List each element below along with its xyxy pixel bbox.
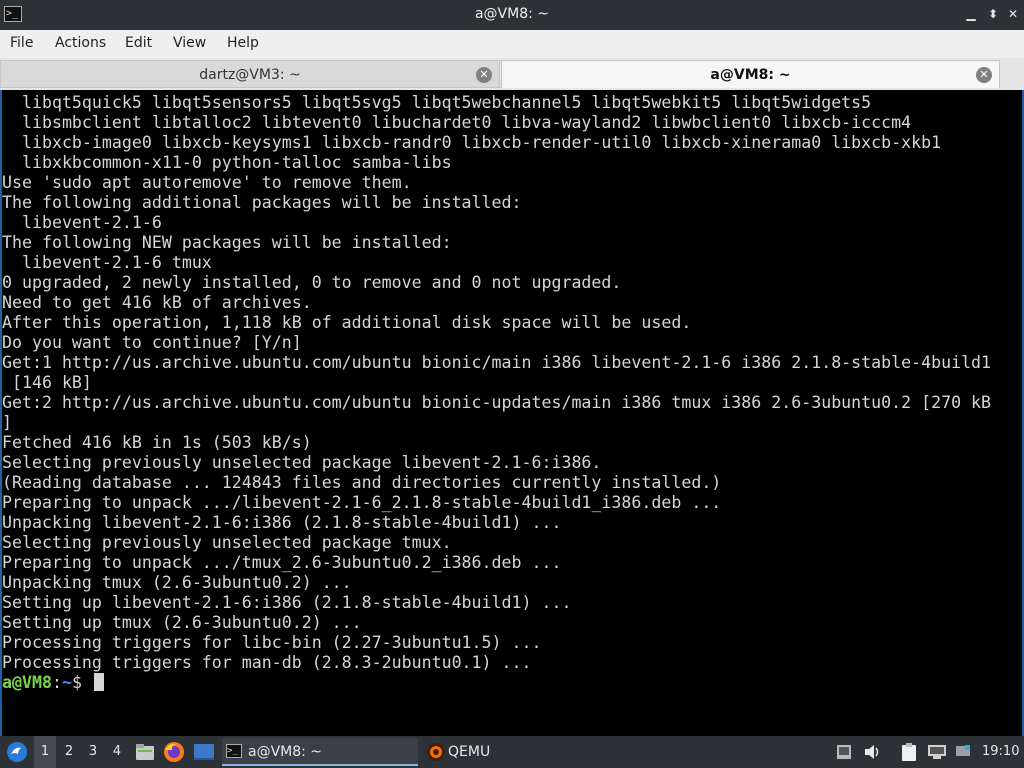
tab-close-icon[interactable]: ✕ bbox=[476, 67, 492, 83]
task-label: a@VM8: ~ bbox=[248, 744, 323, 760]
clipboard-button[interactable] bbox=[898, 736, 920, 768]
terminal-line: (Reading database ... 124843 files and d… bbox=[2, 473, 722, 492]
terminal-line: Preparing to unpack .../tmux_2.6-3ubuntu… bbox=[2, 553, 562, 572]
tab-dartz-vm3[interactable]: dartz@VM3: ~ ✕ bbox=[0, 60, 500, 88]
terminal-line: Unpacking tmux (2.6-3ubuntu0.2) ... bbox=[2, 573, 352, 592]
menu-view[interactable]: View bbox=[173, 35, 206, 51]
firefox-icon bbox=[164, 742, 184, 762]
terminal-output[interactable]: libqt5quick5 libqt5sensors5 libqt5svg5 l… bbox=[0, 90, 1024, 736]
workspace-3[interactable]: 3 bbox=[82, 736, 104, 768]
terminal-line: The following NEW packages will be insta… bbox=[2, 233, 452, 252]
tab-close-icon[interactable]: ✕ bbox=[976, 67, 992, 83]
menu-file[interactable]: File bbox=[10, 35, 33, 51]
terminal-line: Need to get 416 kB of archives. bbox=[2, 293, 312, 312]
tray-app-icon bbox=[837, 745, 851, 759]
terminal-line: libsmbclient libtalloc2 libtevent0 libuc… bbox=[2, 113, 912, 132]
terminal-line: libxcb-image0 libxcb-keysyms1 libxcb-ran… bbox=[2, 133, 942, 152]
workspace-1[interactable]: 1 bbox=[34, 736, 56, 768]
prompt-symbol: $ bbox=[71, 673, 92, 692]
task-terminal[interactable]: >_ a@VM8: ~ bbox=[222, 738, 418, 766]
terminal-line: Setting up libevent-2.1-6:i386 (2.1.8-st… bbox=[2, 593, 572, 612]
command-prompt[interactable]: a@VM8:~$ bbox=[2, 673, 1022, 693]
network-icon bbox=[928, 745, 946, 759]
terminal-line: Selecting previously unselected package … bbox=[2, 533, 452, 552]
tray-monitor-button[interactable] bbox=[954, 736, 972, 768]
terminal-line: ] bbox=[2, 413, 12, 432]
terminal-icon: >_ bbox=[226, 744, 242, 758]
terminal-text: libqt5quick5 libqt5sensors5 libqt5svg5 l… bbox=[2, 90, 1022, 693]
task-label: QEMU bbox=[448, 744, 491, 760]
terminal-line: Fetched 416 kB in 1s (503 kB/s) bbox=[2, 433, 312, 452]
minimize-button[interactable]: ▁ bbox=[962, 5, 980, 23]
text-cursor bbox=[93, 673, 104, 691]
window-title: a@VM8: ~ bbox=[474, 6, 550, 22]
tab-bar: dartz@VM3: ~ ✕ a@VM8: ~ ✕ bbox=[0, 58, 1024, 90]
clipboard-icon bbox=[902, 743, 916, 761]
clock[interactable]: 19:10 bbox=[982, 736, 1022, 768]
file-manager-button[interactable] bbox=[134, 736, 156, 768]
firefox-button[interactable] bbox=[162, 736, 186, 768]
terminal-line: [146 kB] bbox=[2, 373, 92, 392]
prompt-user: a@VM8 bbox=[2, 673, 52, 692]
qemu-icon bbox=[427, 743, 445, 761]
terminal-line: Get:1 http://us.archive.ubuntu.com/ubunt… bbox=[2, 353, 992, 372]
window-titlebar[interactable]: >_ a@VM8: ~ ▁ ⬍ ✕ bbox=[0, 0, 1024, 30]
terminal-line: Unpacking libevent-2.1-6:i386 (2.1.8-sta… bbox=[2, 513, 562, 532]
desktop-icon bbox=[194, 744, 214, 760]
prompt-path: ~ bbox=[61, 673, 72, 692]
minimize-icon: ▁ bbox=[966, 7, 976, 21]
task-qemu[interactable]: QEMU bbox=[422, 738, 618, 766]
terminal-line: Preparing to unpack .../libevent-2.1-6_2… bbox=[2, 493, 722, 512]
menubar: File Actions Edit View Help bbox=[0, 30, 1024, 59]
terminal-line: 0 upgraded, 2 newly installed, 0 to remo… bbox=[2, 273, 622, 292]
maximize-button[interactable]: ⬍ bbox=[984, 5, 1002, 23]
terminal-line: Selecting previously unselected package … bbox=[2, 453, 602, 472]
tab-label: a@VM8: ~ bbox=[710, 67, 791, 83]
file-manager-icon bbox=[136, 744, 154, 760]
close-button[interactable]: ✕ bbox=[1004, 5, 1022, 23]
menu-help[interactable]: Help bbox=[227, 35, 259, 51]
workspace-2[interactable]: 2 bbox=[58, 736, 80, 768]
terminal-line: libxkbcommon-x11-0 python-talloc samba-l… bbox=[2, 153, 452, 172]
terminal-line: Do you want to continue? [Y/n] bbox=[2, 333, 302, 352]
lubuntu-start-icon bbox=[7, 742, 27, 762]
terminal-line: After this operation, 1,118 kB of additi… bbox=[2, 313, 692, 332]
terminal-line: libevent-2.1-6 tmux bbox=[2, 253, 212, 272]
taskbar: 1 2 3 4 >_ a@VM8: ~ QEMU 19:10 bbox=[0, 736, 1024, 768]
prompt-separator: : bbox=[51, 673, 62, 692]
terminal-line: Get:2 http://us.archive.ubuntu.com/ubunt… bbox=[2, 393, 992, 412]
maximize-icon: ⬍ bbox=[987, 7, 999, 21]
monitor-status-icon bbox=[956, 745, 970, 756]
volume-icon bbox=[865, 745, 879, 759]
terminal-line: libqt5quick5 libqt5sensors5 libqt5svg5 l… bbox=[2, 93, 872, 112]
start-menu-button[interactable] bbox=[4, 736, 30, 768]
terminal-line: Use 'sudo apt autoremove' to remove them… bbox=[2, 173, 412, 192]
terminal-line: Processing triggers for man-db (2.8.3-2u… bbox=[2, 653, 532, 672]
show-desktop-button[interactable] bbox=[192, 736, 216, 768]
close-icon: ✕ bbox=[1007, 7, 1019, 21]
terminal-line: Setting up tmux (2.6-3ubuntu0.2) ... bbox=[2, 613, 362, 632]
terminal-line: The following additional packages will b… bbox=[2, 193, 522, 212]
terminal-line: libevent-2.1-6 bbox=[2, 213, 162, 232]
tray-app-button[interactable] bbox=[834, 736, 854, 768]
network-button[interactable] bbox=[926, 736, 948, 768]
tab-label: dartz@VM3: ~ bbox=[199, 67, 301, 83]
menu-actions[interactable]: Actions bbox=[55, 35, 106, 51]
workspace-4[interactable]: 4 bbox=[106, 736, 128, 768]
terminal-line: Processing triggers for libc-bin (2.27-3… bbox=[2, 633, 542, 652]
tab-a-vm8[interactable]: a@VM8: ~ ✕ bbox=[501, 60, 1000, 88]
menu-edit[interactable]: Edit bbox=[125, 35, 152, 51]
volume-button[interactable] bbox=[862, 736, 884, 768]
